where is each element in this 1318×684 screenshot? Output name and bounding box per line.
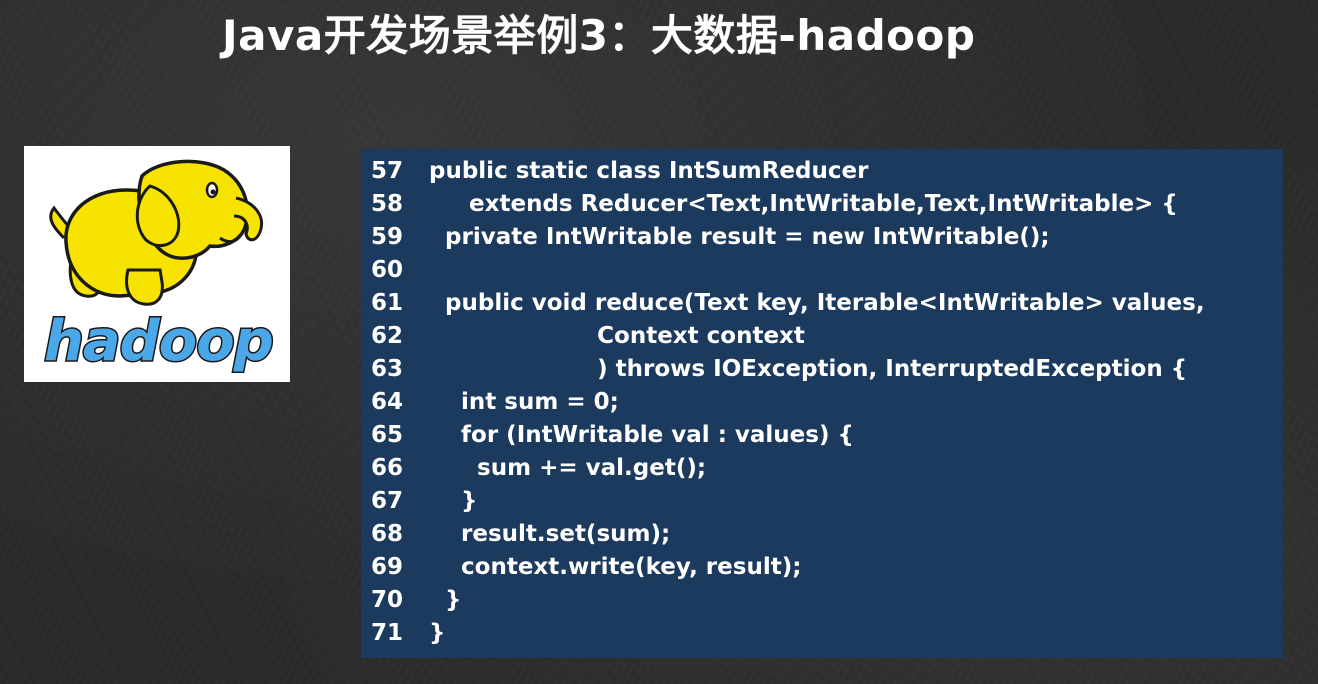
code-line: 64 int sum = 0; — [361, 386, 1283, 419]
code-line: 70 } — [361, 584, 1283, 617]
code-text: extends Reducer<Text,IntWritable,Text,In… — [429, 191, 1178, 217]
code-line: 58 extends Reducer<Text,IntWritable,Text… — [361, 188, 1283, 221]
hadoop-elephant-icon: hadoop — [43, 159, 275, 376]
line-number: 59 — [371, 224, 404, 250]
line-number: 63 — [371, 356, 404, 382]
code-text: public static class IntSumReducer — [429, 158, 869, 184]
hadoop-logo: hadoop — [24, 146, 290, 382]
line-number: 58 — [371, 191, 404, 217]
code-line: 59 private IntWritable result = new IntW… — [361, 221, 1283, 254]
code-line: 61 public void reduce(Text key, Iterable… — [361, 287, 1283, 320]
code-line: 60 — [361, 254, 1283, 287]
code-text: for (IntWritable val : values) { — [429, 422, 854, 448]
slide-title: Java开发场景举例3：大数据-hadoop — [222, 11, 976, 60]
line-number: 67 — [371, 488, 404, 514]
line-number: 70 — [371, 587, 404, 613]
line-number: 71 — [371, 620, 404, 646]
code-text: Context context — [429, 323, 805, 349]
hadoop-wordmark: hadoop — [44, 309, 273, 374]
code-text: int sum = 0; — [429, 389, 619, 415]
code-line: 66 sum += val.get(); — [361, 452, 1283, 485]
line-number: 66 — [371, 455, 404, 481]
line-number: 65 — [371, 422, 404, 448]
code-line: 68 result.set(sum); — [361, 518, 1283, 551]
code-line: 71} — [361, 617, 1283, 650]
code-text: } — [429, 587, 462, 613]
line-number: 69 — [371, 554, 404, 580]
elephant-front-leg — [125, 268, 164, 306]
code-text: } — [429, 488, 478, 514]
code-text: private IntWritable result = new IntWrit… — [429, 224, 1050, 250]
code-text: } — [429, 620, 446, 646]
code-line: 69 context.write(key, result); — [361, 551, 1283, 584]
line-number: 57 — [371, 158, 404, 184]
code-line: 67 } — [361, 485, 1283, 518]
line-number: 68 — [371, 521, 404, 547]
code-line: 57 public static class IntSumReducer — [361, 155, 1283, 188]
code-text: result.set(sum); — [429, 521, 671, 547]
code-panel: 57 public static class IntSumReducer 58 e… — [361, 149, 1283, 658]
code-text: sum += val.get(); — [429, 455, 707, 481]
code-text: ) throws IOException, InterruptedExcepti… — [429, 356, 1188, 382]
code-line: 65 for (IntWritable val : values) { — [361, 419, 1283, 452]
line-number: 64 — [371, 389, 404, 415]
line-number: 61 — [371, 290, 404, 316]
code-line: 63 ) throws IOException, InterruptedExce… — [361, 353, 1283, 386]
code-text: context.write(key, result); — [429, 554, 802, 580]
code-line: 62 Context context — [361, 320, 1283, 353]
elephant-pupil — [210, 189, 216, 195]
line-number: 62 — [371, 323, 404, 349]
code-text: public void reduce(Text key, Iterable<In… — [429, 290, 1205, 316]
line-number: 60 — [371, 257, 404, 283]
